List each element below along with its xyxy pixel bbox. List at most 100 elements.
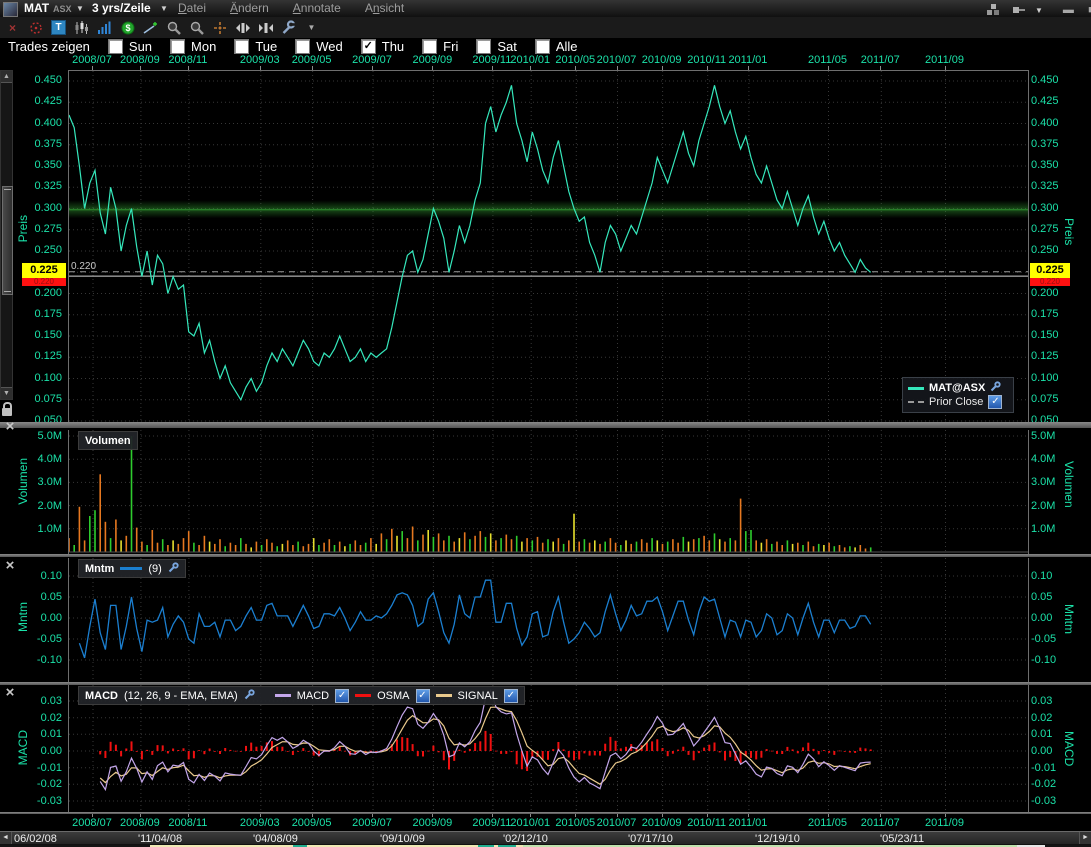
maximize-button[interactable]: ■	[1084, 4, 1091, 17]
trendline-icon[interactable]	[142, 20, 159, 36]
signal-line-sample	[436, 694, 452, 697]
momentum-panel-close-icon[interactable]: ×	[3, 559, 17, 573]
prior-close-line-sample	[908, 401, 924, 403]
menu-annotate[interactable]: Annotate	[293, 1, 341, 15]
collapse-horizontal-icon[interactable]	[257, 20, 274, 36]
exchange-label: ASX	[53, 4, 72, 14]
day-checkbox-tue[interactable]	[234, 39, 249, 54]
price-vertical-scrollbar[interactable]: ▲ ▼	[0, 70, 13, 400]
volume-panel-title: Volumen	[85, 435, 131, 447]
date-tick-label: 2008/09	[110, 817, 170, 829]
day-label: Alle	[556, 39, 578, 54]
scrollbar-down-icon[interactable]: ▼	[1, 387, 12, 399]
day-checkbox-sat[interactable]	[476, 39, 491, 54]
trades-label: Trades zeigen	[8, 39, 90, 54]
volume-plot[interactable]	[68, 430, 1029, 554]
macd-axis-tick: -0.03	[1031, 795, 1077, 807]
scrollbar-up-icon[interactable]: ▲	[1, 71, 12, 83]
price-axis-tick: 0.400	[1031, 117, 1077, 129]
day-checkbox-sun[interactable]	[108, 39, 123, 54]
volume-panel-close-icon[interactable]: ×	[3, 420, 17, 434]
delete-icon[interactable]: ×	[4, 20, 21, 36]
price-plot[interactable]	[68, 70, 1029, 423]
last-price-tag-right: 0.225	[1030, 263, 1070, 278]
date-tick-label: 2010/09	[632, 817, 692, 829]
date-tick-label: 2010/01	[500, 817, 560, 829]
day-checkbox-thu[interactable]: ✓	[361, 39, 376, 54]
symbol-dropdown-icon[interactable]: ▼	[76, 4, 84, 13]
zoom-out-icon[interactable]	[188, 20, 205, 36]
wrench-icon[interactable]	[280, 20, 297, 36]
mntm-axis-tick: 0.05	[0, 591, 62, 603]
text-tool-icon[interactable]: T	[50, 20, 67, 36]
signal-legend-label: SIGNAL	[458, 690, 498, 702]
splitter-mntm-macd[interactable]	[0, 682, 1091, 685]
splitter-price-volume[interactable]	[0, 422, 1091, 428]
volume-axis-tick: 1.0M	[0, 523, 62, 535]
zoom-in-icon[interactable]	[165, 20, 182, 36]
day-checkbox-wed[interactable]	[295, 39, 310, 54]
volume-panel-header: Volumen	[78, 431, 138, 450]
menu-ansicht[interactable]: Ansicht	[365, 1, 404, 15]
price-legend: MAT@ASX Prior Close ✓	[902, 377, 1014, 413]
dollar-icon[interactable]: $	[119, 20, 136, 36]
menu-datei[interactable]: Datei	[178, 1, 206, 15]
macd-axis-tick: -0.03	[0, 795, 62, 807]
macd-axis-title-right: MACD	[1062, 731, 1076, 766]
pin-icon[interactable]	[1010, 2, 1027, 18]
toolbar-dropdown-icon[interactable]: ▼	[303, 20, 320, 36]
timeframe-dropdown-icon[interactable]: ▼	[160, 4, 168, 13]
macd-axis-tick: 0.02	[0, 712, 62, 724]
macd-axis-tick: -0.02	[1031, 778, 1077, 790]
date-tick-label: 2011/05	[798, 54, 858, 66]
price-axis-tick: 0.100	[1031, 372, 1077, 384]
price-axis-tick: 0.300	[1031, 202, 1077, 214]
settings-icon[interactable]	[168, 562, 179, 576]
target-icon[interactable]	[27, 20, 44, 36]
date-tick-label: 2010/05	[545, 54, 605, 66]
candlestick-icon[interactable]	[73, 20, 90, 36]
splitter-macd-axis[interactable]	[0, 812, 1091, 814]
symbol-label[interactable]: MAT	[24, 1, 49, 15]
cube-icon[interactable]	[985, 2, 1002, 18]
mntm-axis-tick: -0.10	[1031, 654, 1077, 666]
mntm-axis-tick: -0.05	[0, 633, 62, 645]
scrollbar-thumb[interactable]	[2, 186, 13, 295]
osma-checkbox[interactable]: ✓	[416, 689, 430, 703]
day-checkbox-alle[interactable]	[535, 39, 550, 54]
day-checkbox-fri[interactable]	[422, 39, 437, 54]
pin-dropdown-icon[interactable]: ▼	[1035, 6, 1043, 15]
price-axis-tick: 0.375	[1031, 138, 1077, 150]
momentum-axis-title-left: Mntm	[16, 602, 30, 632]
signal-checkbox[interactable]: ✓	[504, 689, 518, 703]
expand-horizontal-icon[interactable]	[234, 20, 251, 36]
volume-axis-tick: 3.0M	[0, 476, 62, 488]
day-checkbox-mon[interactable]	[170, 39, 185, 54]
price-axis-tick: 0.125	[1031, 350, 1077, 362]
lock-icon[interactable]	[2, 408, 12, 416]
splitter-volume-mntm[interactable]	[0, 554, 1091, 557]
price-axis-tick: 0.150	[1031, 329, 1077, 341]
timeframe-label[interactable]: 3 yrs/Zeile	[92, 1, 151, 15]
minimize-button[interactable]: ▬	[1061, 4, 1076, 17]
title-bar[interactable]: MAT ASX ▼ 3 yrs/Zeile ▼ Datei Ändern Annot…	[0, 0, 1091, 18]
date-tick-label: 2009/03	[230, 54, 290, 66]
scroll-right-icon[interactable]: ►	[1079, 832, 1091, 844]
prior-close-checkbox[interactable]: ✓	[988, 395, 1002, 409]
crosshair-icon[interactable]	[211, 20, 228, 36]
momentum-panel-header: Mntm (9)	[78, 559, 186, 578]
date-tick-label: 2009/03	[230, 817, 290, 829]
volume-bars-icon[interactable]	[96, 20, 113, 36]
day-label: Sat	[497, 39, 517, 54]
time-scrollbar[interactable]: ◄ ► 06/02/08'11/04/08'04/08/09'09/10/09'…	[0, 831, 1091, 845]
date-tick-label: 2011/09	[915, 817, 975, 829]
scrollbar-date: '02/12/10	[503, 833, 548, 845]
macd-axis-tick: 0.01	[0, 728, 62, 740]
macd-checkbox[interactable]: ✓	[335, 689, 349, 703]
menu-ndern[interactable]: Ändern	[230, 1, 269, 15]
momentum-plot[interactable]	[68, 558, 1029, 682]
date-tick-label: 2011/07	[850, 817, 910, 829]
scroll-left-icon[interactable]: ◄	[0, 832, 12, 844]
settings-icon[interactable]	[244, 689, 255, 703]
macd-panel-close-icon[interactable]: ×	[3, 686, 17, 700]
